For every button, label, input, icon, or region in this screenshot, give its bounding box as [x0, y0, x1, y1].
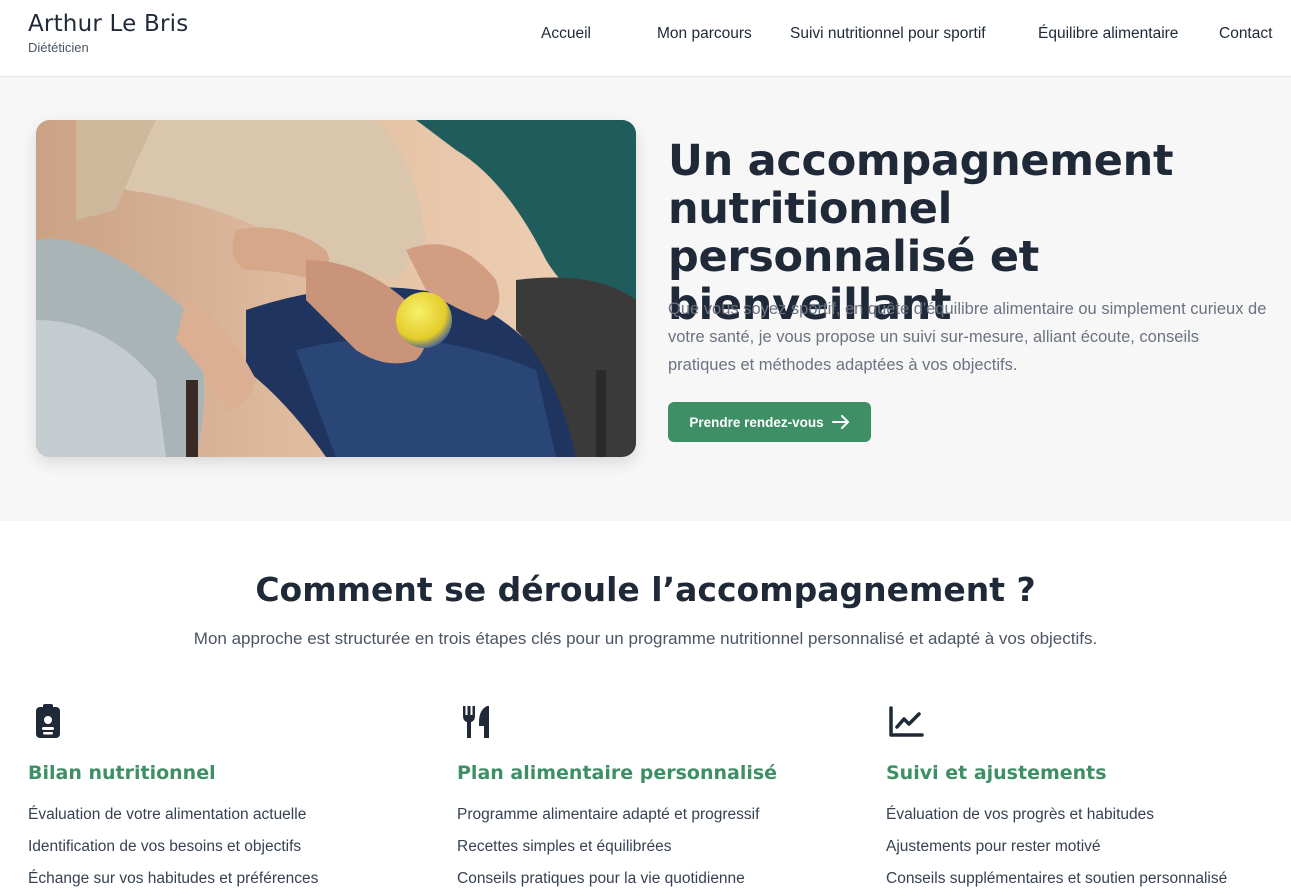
step-items: Évaluation de votre alimentation actuell… [28, 799, 428, 892]
clipboard-icon [36, 704, 60, 738]
step-suivi-ajustements: Suivi et ajustements Évaluation de vos p… [886, 702, 1286, 892]
nav-contact[interactable]: Contact [1219, 25, 1272, 43]
nav-mon-parcours[interactable]: Mon parcours [657, 25, 752, 43]
hero-section: Un accompagnement nutritionnel personnal… [0, 77, 1291, 521]
list-item: Évaluation de vos progrès et habitudes [886, 806, 1154, 823]
arrow-right-icon [831, 415, 849, 429]
step-bilan-nutritionnel: Bilan nutritionnel Évaluation de votre a… [28, 702, 428, 892]
hero-description: Que vous soyez sportif, en quête d'équil… [668, 300, 1267, 374]
book-appointment-label: Prendre rendez-vous [689, 414, 824, 430]
site-header: Arthur Le Bris Diététicien Accueil Mon p… [0, 0, 1291, 77]
nav-accueil[interactable]: Accueil [541, 25, 591, 43]
list-item: Programme alimentaire adapté et progress… [457, 806, 760, 823]
steps-section-subtitle: Mon approche est structurée en trois éta… [193, 629, 1098, 648]
nav-suivi-sportif[interactable]: Suivi nutritionnel pour sportif [790, 25, 986, 43]
steps-section-title: Comment se déroule l’accompagnement ? [255, 570, 1036, 609]
main-nav: Accueil Mon parcours Suivi nutritionnel … [0, 25, 1291, 45]
step-title: Suivi et ajustements [886, 762, 1107, 784]
list-item: Identification de vos besoins et objecti… [28, 838, 302, 855]
list-item: Évaluation de votre alimentation actuell… [28, 806, 307, 823]
list-item: Conseils supplémentaires et soutien pers… [886, 870, 1228, 887]
step-items: Évaluation de vos progrès et habitudes A… [886, 799, 1286, 892]
step-title: Plan alimentaire personnalisé [457, 762, 778, 784]
hero-photo [36, 120, 636, 457]
utensils-icon [463, 706, 489, 738]
book-appointment-button[interactable]: Prendre rendez-vous [668, 402, 871, 442]
chart-line-icon [889, 706, 924, 737]
step-title: Bilan nutritionnel [28, 762, 216, 784]
list-item: Recettes simples et équilibrées [457, 838, 672, 855]
nav-equilibre-alimentaire[interactable]: Équilibre alimentaire [1038, 25, 1178, 43]
list-item: Échange sur vos habitudes et préférences [28, 870, 319, 887]
step-plan-alimentaire: Plan alimentaire personnalisé Programme … [457, 702, 857, 892]
step-items: Programme alimentaire adapté et progress… [457, 799, 857, 892]
list-item: Ajustements pour rester motivé [886, 838, 1101, 855]
list-item: Conseils pratiques pour la vie quotidien… [457, 870, 745, 887]
